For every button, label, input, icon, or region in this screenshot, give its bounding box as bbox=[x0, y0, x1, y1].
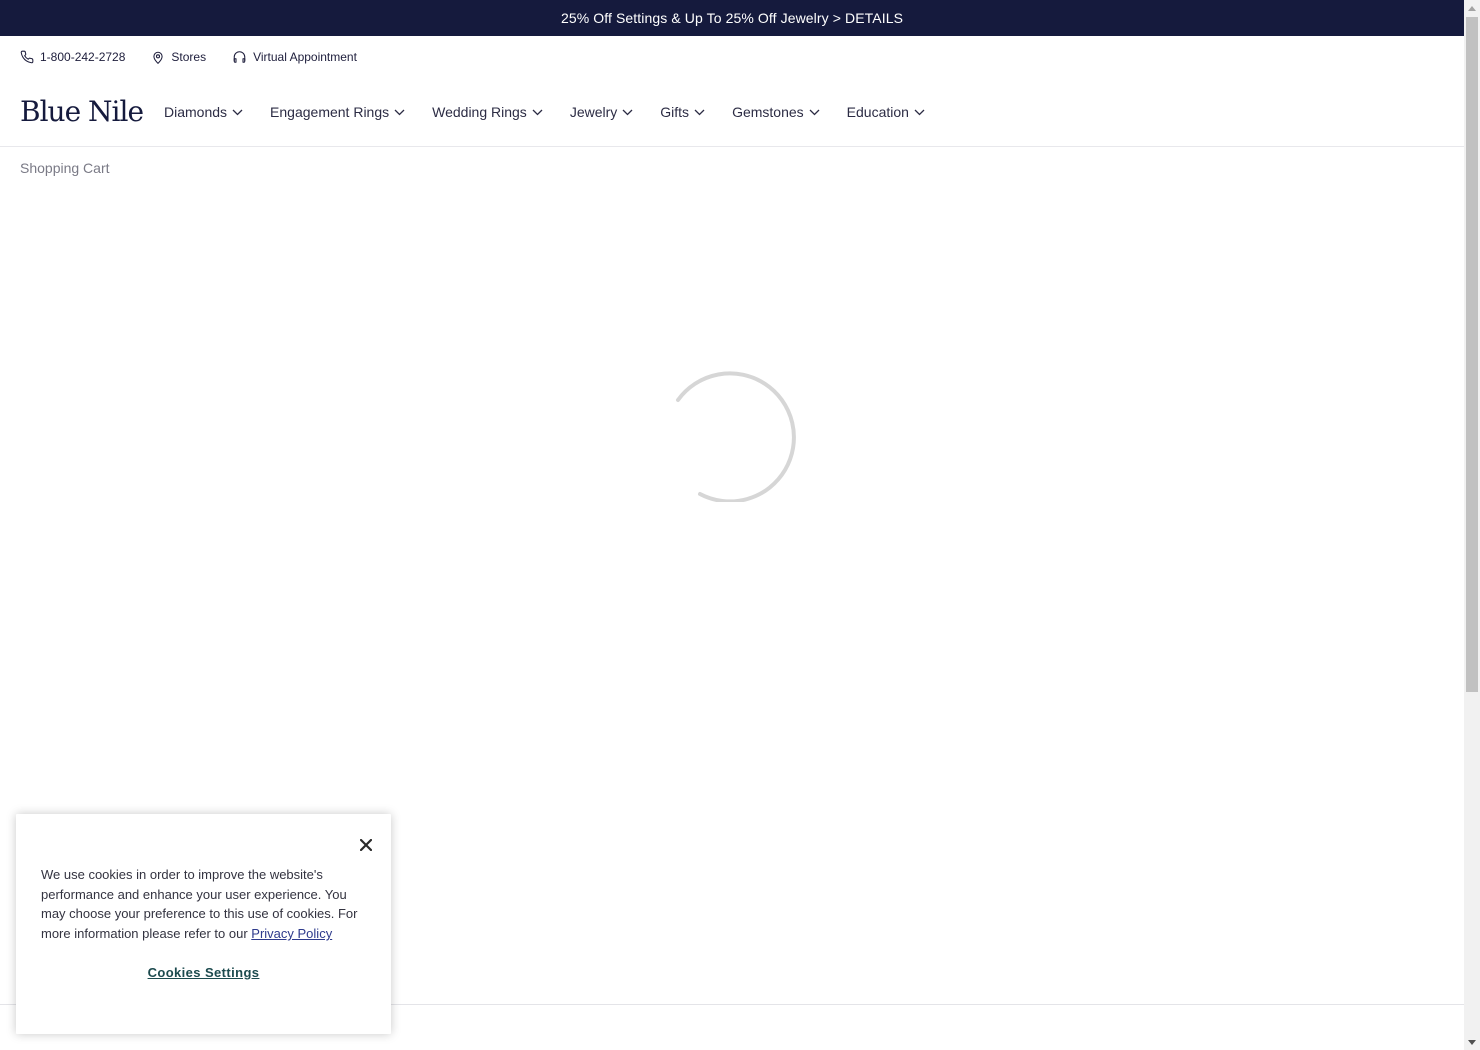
headset-icon bbox=[233, 51, 246, 63]
chevron-down-icon bbox=[809, 109, 820, 115]
nav-label: Gifts bbox=[660, 104, 690, 120]
nav-engagement-rings[interactable]: Engagement Rings bbox=[270, 104, 405, 120]
nav-gemstones[interactable]: Gemstones bbox=[732, 104, 820, 120]
virtual-appointment-label: Virtual Appointment bbox=[253, 50, 357, 64]
chevron-down-icon bbox=[532, 109, 543, 115]
cookies-settings-button[interactable]: Cookies Settings bbox=[16, 965, 391, 980]
breadcrumb-current: Shopping Cart bbox=[20, 160, 110, 176]
chevron-down-icon bbox=[394, 109, 405, 115]
close-icon bbox=[360, 839, 372, 851]
scroll-down-button[interactable] bbox=[1464, 1034, 1480, 1050]
nav-label: Jewelry bbox=[569, 104, 618, 120]
stores-label: Stores bbox=[171, 50, 207, 64]
chevron-down-icon bbox=[914, 109, 925, 115]
scrollbar-thumb[interactable] bbox=[1466, 17, 1478, 692]
nav-label: Gemstones bbox=[732, 104, 804, 120]
cookie-consent-banner: We use cookies in order to improve the w… bbox=[16, 814, 391, 1034]
nav-label: Wedding Rings bbox=[432, 104, 527, 120]
nav-label: Education bbox=[846, 104, 909, 120]
scroll-up-button[interactable] bbox=[1464, 0, 1480, 16]
chevron-down-icon bbox=[622, 109, 633, 115]
main-nav: Blue Nile Diamonds Engagement Rings Wedd… bbox=[20, 94, 952, 130]
nav-gifts[interactable]: Gifts bbox=[660, 104, 705, 120]
nav-diamonds[interactable]: Diamonds bbox=[164, 104, 243, 120]
close-button[interactable] bbox=[357, 836, 375, 854]
arrow-down-icon bbox=[1468, 1039, 1476, 1045]
nav-label: Diamonds bbox=[164, 104, 228, 120]
utility-bar: 1-800-242-2728 Stores Virtual Appointmen… bbox=[20, 48, 383, 66]
promo-banner[interactable]: 25% Off Settings & Up To 25% Off Jewelry… bbox=[0, 0, 1464, 36]
nav-wedding-rings[interactable]: Wedding Rings bbox=[432, 104, 543, 120]
location-pin-icon bbox=[153, 51, 164, 64]
header-divider bbox=[0, 146, 1464, 147]
vertical-scrollbar[interactable] bbox=[1464, 0, 1480, 1050]
page: 25% Off Settings & Up To 25% Off Jewelry… bbox=[0, 0, 1464, 1050]
promo-text[interactable]: 25% Off Settings & Up To 25% Off Jewelry… bbox=[561, 10, 903, 26]
loading-spinner-icon bbox=[676, 371, 796, 502]
arrow-up-icon bbox=[1468, 5, 1476, 11]
phone-link[interactable]: 1-800-242-2728 bbox=[20, 50, 125, 64]
breadcrumb: Shopping Cart bbox=[20, 160, 110, 176]
chevron-down-icon bbox=[694, 109, 705, 115]
blue-nile-logo[interactable]: Blue Nile bbox=[20, 94, 144, 130]
phone-number: 1-800-242-2728 bbox=[40, 50, 126, 64]
nav-education[interactable]: Education bbox=[847, 104, 925, 120]
chevron-down-icon bbox=[232, 109, 243, 115]
nav-jewelry[interactable]: Jewelry bbox=[570, 104, 633, 120]
nav-label: Engagement Rings bbox=[270, 104, 390, 120]
phone-icon bbox=[20, 50, 34, 64]
cookie-message: We use cookies in order to improve the w… bbox=[41, 865, 371, 944]
virtual-appointment-link[interactable]: Virtual Appointment bbox=[232, 50, 357, 64]
privacy-policy-link[interactable]: Privacy Policy bbox=[251, 926, 332, 941]
stores-link[interactable]: Stores bbox=[151, 50, 206, 65]
